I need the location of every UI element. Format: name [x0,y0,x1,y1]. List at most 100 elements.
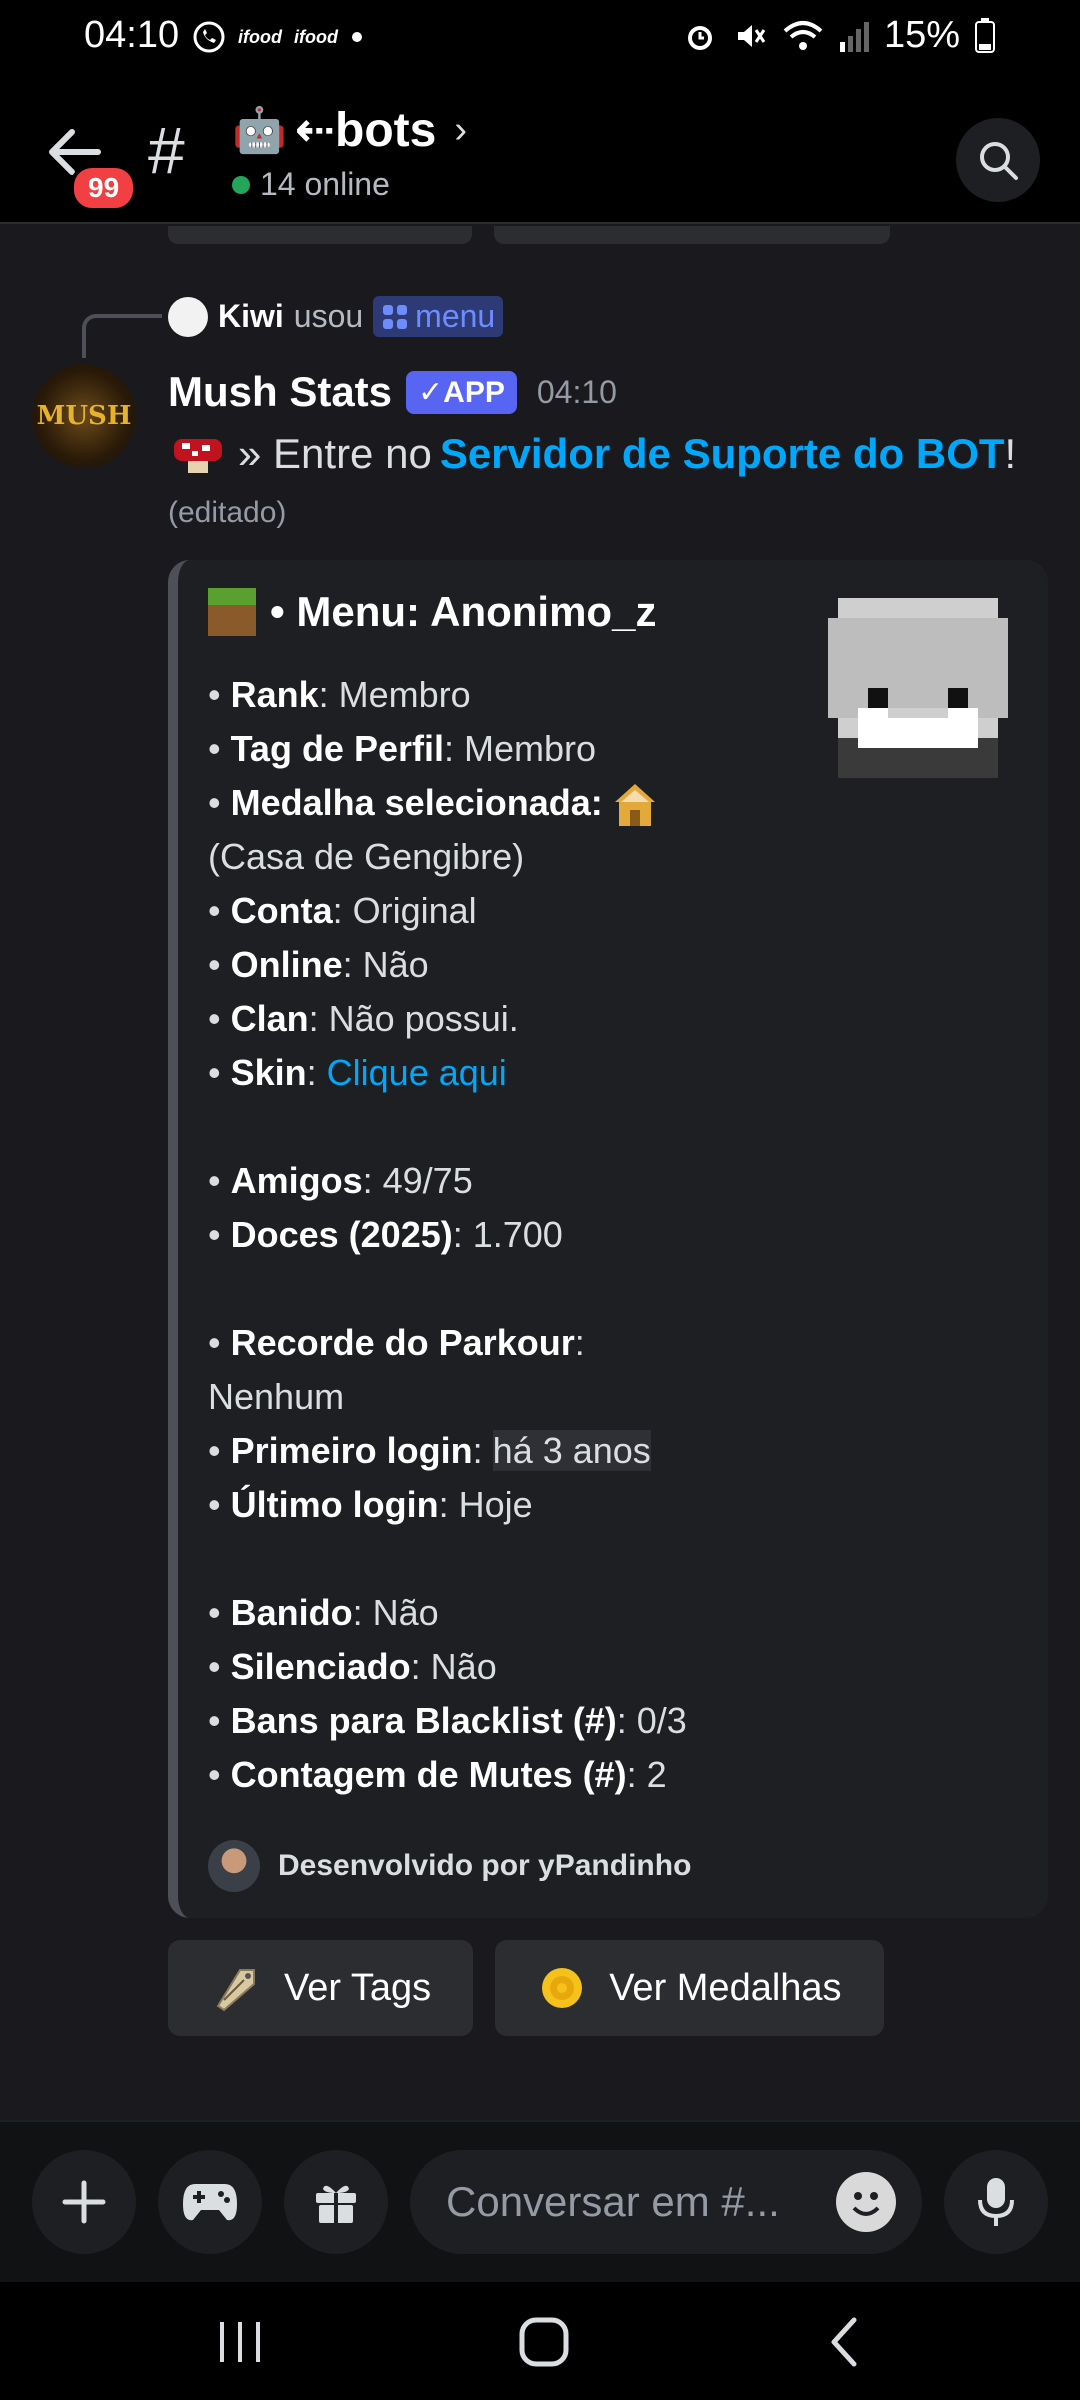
status-right: 15% [682,14,996,57]
field-banido: • Banido: Não [208,1592,439,1633]
recent-apps-icon[interactable] [216,2318,266,2366]
back-nav-icon[interactable] [824,2314,864,2370]
chevron-right-icon: › [454,108,467,151]
system-nav-bar [0,2282,1080,2400]
dot-icon [351,32,362,42]
name-tag-icon [216,1969,255,2012]
message-content: » Entre no Servidor de Suporte do BOT! [168,430,1016,478]
field-parkour: • Recorde do Parkour: [208,1322,585,1363]
bot-avatar[interactable]: MUSH [32,364,136,468]
mute-icon [737,24,766,47]
view-tags-label: Ver Tags [284,1966,432,2009]
search-button[interactable] [956,118,1040,202]
whatsapp-icon [193,21,225,53]
field-online: • Online: Não [208,944,429,985]
field-medal-value: (Casa de Gengibre) [208,836,525,877]
field-skin: • Skin: Clique aqui [208,1052,507,1093]
notification-icons: ifood ifood [192,20,364,54]
field-medal: • Medalha selecionada: [208,776,1018,830]
plus-icon [62,2180,106,2224]
voice-message-button[interactable] [944,2150,1048,2254]
profile-embed: • Menu: Anonimo_z • Rank: Membro • Tag d… [168,560,1048,1918]
gamepad-icon [183,2184,237,2221]
view-medals-button[interactable]: Ver Medalhas [495,1940,884,2036]
ifood-icon: ifood [238,26,282,47]
command-pill[interactable]: menu [373,296,504,337]
robot-icon: 🤖 [232,106,287,155]
embed-fields: • Rank: Membro • Tag de Perfil: Membro •… [208,668,1018,1802]
field-primeiro-login: • Primeiro login: há 3 anos [208,1430,651,1471]
message-input[interactable]: Conversar em #... [410,2150,922,2254]
embed-footer: Desenvolvido por yPandinho [208,1840,691,1892]
field-doces: • Doces (2025): 1.700 [208,1214,563,1255]
activities-button[interactable] [158,2150,262,2254]
skin-link[interactable]: Clique aqui [327,1052,507,1093]
command-name: menu [415,298,496,334]
signal-icon [839,21,869,52]
mushroom-icon [174,439,222,473]
online-dot [232,175,250,194]
message-prefix: » Entre no [238,430,432,477]
status-time: 04:10 [84,14,180,56]
gift-button[interactable] [284,2150,388,2254]
view-tags-button[interactable]: Ver Tags [168,1940,474,2036]
message-header: Mush Stats ✓APP 04:10 [168,368,617,416]
message-composer: Conversar em #... [0,2120,1080,2282]
reply-reference[interactable]: Kiwi usou menu [168,296,504,337]
home-icon[interactable] [516,2314,572,2370]
unread-badge: 99 [70,164,138,212]
edited-label: (editado) [168,496,287,529]
online-count: 14 online [260,166,390,202]
channel-header: 99 # 🤖 ⇠bots › 14 online [0,78,1080,224]
medal-icon [542,1968,583,2008]
emoji-button[interactable] [836,2172,896,2232]
microphone-icon [978,2178,1014,2226]
relative-timestamp[interactable]: há 3 anos [492,1430,651,1471]
reply-action: usou [293,298,364,334]
timestamp: 04:10 [536,373,617,410]
status-bar: 04:10 ifood ifood 15% [0,0,1080,78]
avatar-logo-text: MUSH [36,401,132,431]
previous-buttons [168,226,890,244]
view-medals-label: Ver Medalhas [609,1966,842,2009]
message-suffix: ! [1004,430,1017,477]
reply-avatar [168,296,208,337]
field-bans: • Bans para Blacklist (#): 0/3 [208,1700,687,1741]
field-clan: • Clan: Não possui. [208,998,519,1039]
reply-user: Kiwi [218,298,284,334]
footer-avatar [208,1840,260,1892]
gift-icon [316,2185,356,2223]
reply-connector [82,314,162,358]
online-indicator: 14 online [232,166,390,203]
action-buttons: Ver Tags Ver Medalhas [168,1940,884,2036]
embed-title-text: • Menu: Anonimo_z [270,588,657,635]
field-amigos: • Amigos: 49/75 [208,1160,473,1201]
field-conta: • Conta: Original [208,890,477,931]
command-icon [383,304,408,329]
player-skin-thumbnail[interactable] [828,598,1008,778]
message-input-placeholder: Conversar em #... [446,2178,780,2225]
previous-button-edge [494,226,890,244]
field-parkour-value: Nenhum [208,1376,345,1417]
previous-button-edge [168,226,472,244]
ifood-icon: ifood [293,26,338,47]
field-mutes: • Contagem de Mutes (#): 2 [208,1754,667,1795]
battery-icon [975,17,995,53]
add-button[interactable] [32,2150,136,2254]
battery-level: 15% [883,14,960,56]
hashtag-icon: # [148,113,185,187]
smiley-icon [852,2192,880,2216]
support-server-link[interactable]: Servidor de Suporte do BOT [440,430,1005,477]
gingerbread-house-icon [614,784,655,827]
grass-block-icon [208,588,256,636]
author-name[interactable]: Mush Stats [168,368,392,416]
alarm-icon [687,25,712,50]
channel-title[interactable]: 🤖 ⇠bots › [232,102,467,158]
field-ultimo-login: • Último login: Hoje [208,1484,533,1525]
app-tag: ✓APP [406,370,517,414]
search-icon [980,142,1018,180]
footer-text: Desenvolvido por yPandinho [278,1849,692,1882]
channel-name: ⇠bots [294,104,437,157]
wifi-icon [783,20,823,50]
field-silenciado: • Silenciado: Não [208,1646,497,1687]
